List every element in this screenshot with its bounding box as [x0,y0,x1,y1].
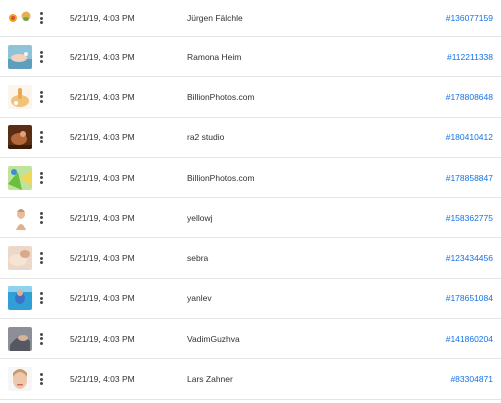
more-options-icon[interactable] [37,291,45,305]
asset-list: 5/21/19, 4:03 PM Jürgen Fälchle #1360771… [0,0,501,403]
date-cell: 5/21/19, 4:03 PM [70,13,135,23]
list-item[interactable]: 5/21/19, 4:03 PM Lars Zahner #83304871 [0,359,501,400]
face-thumbnail[interactable] [8,367,32,392]
asset-id-link[interactable]: #178808648 [446,91,493,103]
date-cell: 5/21/19, 4:03 PM [70,212,135,223]
list-item[interactable]: 5/21/19, 4:03 PM ra2 studio #180410412 [0,118,501,158]
author-cell: sebra [187,253,209,264]
more-options-icon[interactable] [37,50,45,64]
asset-id-link[interactable]: #136077159 [446,12,493,24]
list-item[interactable]: 5/21/19, 4:03 PM BillionPhotos.com #1788… [0,158,501,199]
list-item[interactable]: 5/21/19, 4:03 PM Jürgen Fälchle #1360771… [0,0,501,37]
date-cell: 5/21/19, 4:03 PM [70,293,135,304]
date-cell: 5/21/19, 4:03 PM [70,253,135,264]
date-cell: 5/21/19, 4:03 PM [70,51,135,62]
date-cell: 5/21/19, 4:03 PM [70,172,135,183]
date-cell: 5/21/19, 4:03 PM [70,333,135,344]
massage-thumbnail[interactable] [8,125,32,150]
care-thumbnail[interactable] [8,246,32,271]
food-thumbnail[interactable] [8,6,32,30]
stretch-thumbnail[interactable] [8,326,32,351]
more-options-icon[interactable] [37,211,45,225]
asset-id-link[interactable]: #112211338 [447,51,493,63]
list-item[interactable]: 5/21/19, 4:03 PM BillionPhotos.com #1788… [0,77,501,118]
more-options-icon[interactable] [37,372,45,386]
author-cell: BillionPhotos.com [187,91,255,102]
author-cell: ra2 studio [187,132,225,143]
pool-thumbnail[interactable] [8,286,32,311]
author-cell: BillionPhotos.com [187,172,255,183]
list-item[interactable]: 5/21/19, 4:03 PM yellowj #158362775 [0,198,501,239]
leaves-thumbnail[interactable] [8,165,32,190]
woman-thumbnail[interactable] [8,205,32,230]
hand-thumbnail[interactable] [8,44,32,69]
spa-thumbnail[interactable] [8,84,32,109]
more-options-icon[interactable] [37,130,45,144]
asset-id-link[interactable]: #158362775 [446,212,493,224]
author-cell: Lars Zahner [187,374,233,385]
list-item[interactable]: 5/21/19, 4:03 PM VadimGuzhva #141860204 [0,319,501,360]
asset-id-link[interactable]: #178858847 [446,172,493,184]
more-options-icon[interactable] [37,171,45,185]
asset-id-link[interactable]: #178651084 [446,292,493,304]
date-cell: 5/21/19, 4:03 PM [70,132,135,143]
more-options-icon[interactable] [37,90,45,104]
author-cell: yellowj [187,212,213,223]
more-options-icon[interactable] [37,332,45,346]
date-cell: 5/21/19, 4:03 PM [70,91,135,102]
more-options-icon[interactable] [37,251,45,265]
asset-id-link[interactable]: #180410412 [446,131,493,143]
author-cell: Ramona Heim [187,51,242,62]
list-item[interactable]: 5/21/19, 4:03 PM yanlev #178651084 [0,279,501,320]
list-item[interactable]: 5/21/19, 4:03 PM Ramona Heim #112211338 [0,37,501,78]
more-options-icon[interactable] [37,11,45,25]
date-cell: 5/21/19, 4:03 PM [70,374,135,385]
list-item[interactable]: 5/21/19, 4:03 PM sebra #123434456 [0,238,501,279]
asset-id-link[interactable]: #83304871 [450,373,493,385]
asset-id-link[interactable]: #123434456 [446,252,493,264]
author-cell: Jürgen Fälchle [187,13,243,23]
asset-id-link[interactable]: #141860204 [446,333,493,345]
author-cell: VadimGuzhva [187,333,240,344]
author-cell: yanlev [187,293,212,304]
